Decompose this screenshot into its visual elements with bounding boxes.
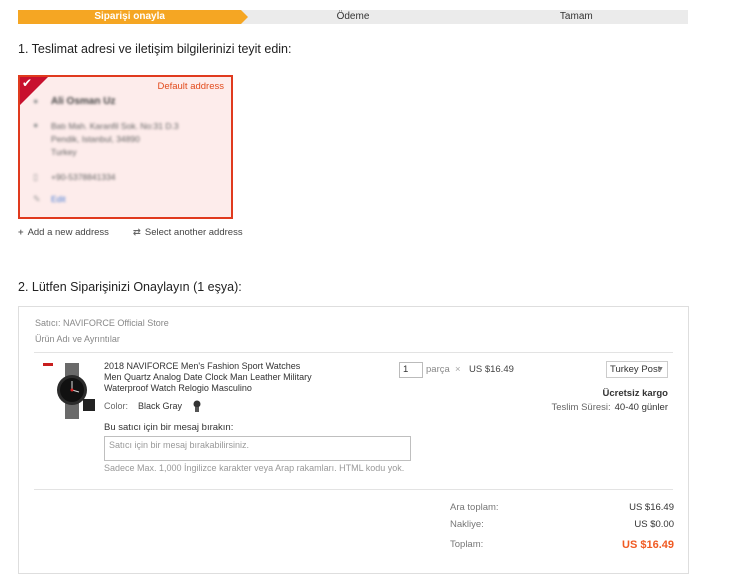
select-address-label: Select another address — [144, 227, 243, 238]
unit-price: US $16.49 — [469, 364, 514, 375]
delivery-time: Teslim Süresi: 40-40 günler — [552, 402, 668, 413]
product-color-row: Color: Black Gray — [104, 400, 202, 412]
shipping-row: Nakliye: US $0.00 — [450, 519, 674, 530]
step-payment: Ödeme — [241, 10, 472, 24]
subtotal-label: Ara toplam: — [450, 502, 499, 513]
quantity-unit: parça — [426, 364, 450, 375]
address-phone: +90-5378841334 — [51, 172, 116, 182]
address-location-row: ● Batı Mah. Karanfil Sok. No:31 D.3 Pend… — [33, 120, 179, 159]
address-line3: Turkey — [51, 147, 77, 157]
color-value: Black Gray — [138, 401, 183, 411]
phone-icon: ▯ — [33, 172, 38, 182]
default-address-label: Default address — [157, 81, 224, 92]
shipping-method-value: Turkey Post — [610, 364, 661, 375]
summary-divider — [34, 489, 673, 490]
total-row: Toplam: US $16.49 — [450, 539, 674, 551]
delivery-value: 40-40 günler — [614, 402, 668, 413]
step-done: Tamam — [464, 10, 688, 24]
chevron-down-icon: ▼ — [657, 366, 664, 373]
edit-address-link[interactable]: Edit — [51, 194, 66, 204]
address-card[interactable]: ✔ Default address ● Ali Osman Uz ● Batı … — [18, 75, 233, 219]
section-shipping-title: 1. Teslimat adresi ve iletişim bilgileri… — [18, 42, 292, 56]
product-title[interactable]: 2018 NAVIFORCE Men's Fashion Sport Watch… — [104, 361, 314, 394]
address-name: Ali Osman Uz — [51, 96, 116, 107]
quantity-input[interactable]: 1 — [399, 362, 423, 378]
color-label: Color: — [104, 401, 129, 411]
color-swatch-icon — [193, 400, 201, 412]
product-image[interactable] — [39, 361, 99, 421]
address-actions: + Add a new address ⇄ Select another addre… — [18, 227, 243, 238]
order-box: Satıcı: NAVIFORCE Official Store Ürün Ad… — [18, 306, 689, 574]
header-divider — [34, 352, 673, 353]
shipping-value: US $0.00 — [634, 519, 674, 530]
message-label: Bu satıcı için bir mesaj bırakın: — [104, 422, 234, 433]
columns-header: Ürün Adı ve Ayrıntılar — [35, 334, 120, 344]
free-shipping-label: Ücretsiz kargo — [602, 388, 668, 399]
shipping-label: Nakliye: — [450, 519, 484, 530]
plus-icon: + — [18, 227, 24, 238]
address-name-row: ● Ali Osman Uz — [33, 96, 115, 107]
swap-icon: ⇄ — [132, 227, 141, 238]
address-phone-row: ▯ +90-5378841334 — [33, 172, 116, 183]
address-edit-row[interactable]: ✎ Edit — [33, 194, 66, 205]
total-label: Toplam: — [450, 539, 484, 550]
times-sign: × — [455, 364, 461, 375]
user-icon: ● — [33, 96, 39, 106]
message-hint: Sadece Max. 1,000 İngilizce karakter vey… — [104, 463, 405, 473]
subtotal-row: Ara toplam: US $16.49 — [450, 502, 674, 513]
delivery-label: Teslim Süresi: — [551, 402, 611, 413]
seller-message-input[interactable]: Satıcı için bir mesaj bırakabilirsiniz. — [104, 436, 411, 461]
checkmark-icon: ✔ — [22, 76, 33, 90]
address-line2: Pendik, Istanbul, 34890 — [51, 134, 140, 144]
pencil-icon: ✎ — [33, 194, 41, 204]
section-order-title: 2. Lütfen Siparişinizi Onaylayın (1 eşya… — [18, 280, 242, 294]
checkout-steps: Siparişi onayla Ödeme Tamam — [18, 10, 688, 24]
add-address-label: Add a new address — [27, 227, 109, 238]
shipping-method-select[interactable]: Turkey Post ▼ — [606, 361, 668, 378]
select-address-link[interactable]: ⇄ Select another address — [133, 227, 243, 238]
add-address-link[interactable]: + Add a new address — [18, 227, 109, 238]
step-confirm-order: Siparişi onayla — [18, 10, 249, 24]
subtotal-value: US $16.49 — [629, 502, 674, 513]
seller-name[interactable]: Satıcı: NAVIFORCE Official Store — [35, 318, 169, 328]
address-line1: Batı Mah. Karanfil Sok. No:31 D.3 — [51, 121, 179, 131]
total-value: US $16.49 — [622, 539, 674, 551]
location-icon: ● — [33, 120, 39, 130]
